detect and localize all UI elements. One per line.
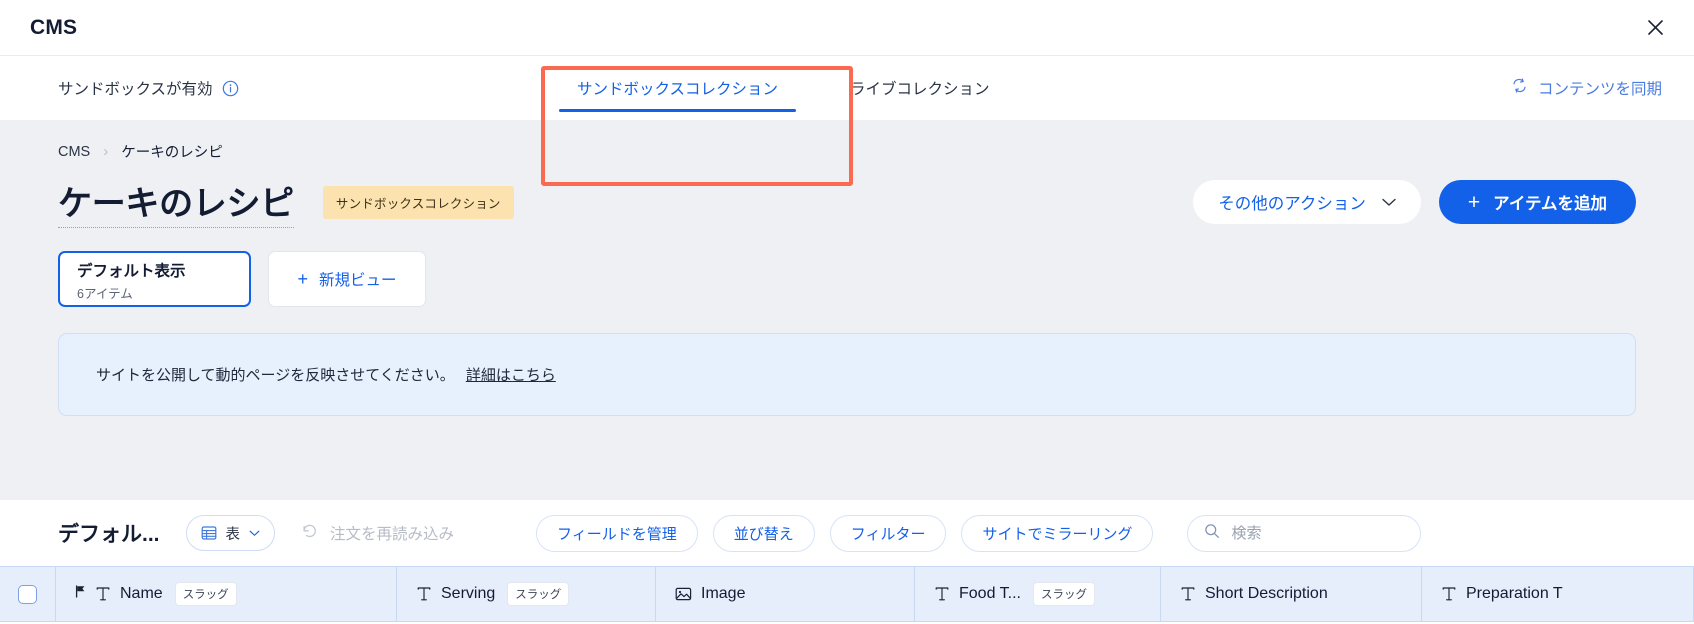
view-tab-default-title: デフォルト表示: [77, 262, 186, 280]
column-header-preparation-time[interactable]: Preparation T: [1422, 567, 1694, 621]
breadcrumb: CMS › ケーキのレシピ: [58, 120, 1636, 162]
publish-notice-text: サイトを公開して動的ページを反映させてください。: [96, 367, 455, 384]
slug-badge: スラッグ: [1032, 582, 1095, 606]
search-box[interactable]: [1187, 514, 1422, 552]
manage-fields-button[interactable]: フィールドを管理: [536, 514, 698, 552]
refresh-icon: [301, 522, 319, 545]
table-toolbar: デフォル... 表 注文を再読み込み フィールドを管理 並び替え フィルター サ…: [0, 500, 1694, 566]
mirror-on-site-button[interactable]: サイトでミラーリング: [961, 514, 1154, 552]
select-all-cell[interactable]: [0, 567, 56, 621]
status-badge: サンドボックスコレクション: [322, 185, 514, 219]
add-item-label: アイテムを追加: [1493, 195, 1607, 213]
column-header-short-description-label: Short Description: [1205, 585, 1328, 602]
page-body: CMS › ケーキのレシピ ケーキのレシピ サンドボックスコレクション その他の…: [0, 120, 1694, 500]
reload-orders-label: 注文を再読み込み: [330, 526, 455, 543]
window-title-bar: CMS: [0, 0, 1694, 55]
reload-orders-button: 注文を再読み込み: [301, 522, 454, 545]
column-header-image-label: Image: [701, 585, 746, 602]
sandbox-status-label: サンドボックスが有効: [58, 81, 213, 98]
column-header-short-description[interactable]: Short Description: [1161, 567, 1422, 621]
tab-live-collection[interactable]: ライブコレクション: [814, 56, 1026, 120]
page-actions: その他のアクション + アイテムを追加: [1193, 180, 1636, 224]
column-header-preparation-time-label: Preparation T: [1466, 585, 1563, 602]
new-view-label: 新規ビュー: [319, 272, 397, 289]
sandbox-status: サンドボックスが有効: [0, 56, 239, 120]
text-type-icon: [416, 586, 432, 602]
column-header-food-type-label: Food T...: [959, 585, 1021, 602]
breadcrumb-root[interactable]: CMS: [58, 144, 90, 160]
info-icon[interactable]: [222, 80, 239, 97]
breadcrumb-current: ケーキのレシピ: [121, 145, 223, 161]
text-type-icon: [1441, 586, 1457, 602]
view-tab-default[interactable]: デフォルト表示 6アイテム: [58, 251, 251, 307]
new-view-button[interactable]: + 新規ビュー: [268, 251, 426, 307]
page-title-row: ケーキのレシピ サンドボックスコレクション その他のアクション + アイテムを追…: [58, 174, 1636, 230]
tab-sandbox-collection[interactable]: サンドボックスコレクション: [541, 56, 814, 120]
plus-icon: +: [1467, 190, 1481, 214]
column-header-image[interactable]: Image: [656, 567, 915, 621]
toolbar-button-group: フィールドを管理 並び替え フィルター サイトでミラーリング: [536, 514, 1154, 552]
text-type-icon: [1180, 586, 1196, 602]
display-mode-label: 表: [225, 526, 241, 543]
close-icon[interactable]: [1640, 13, 1670, 43]
slug-badge: スラッグ: [174, 582, 237, 606]
image-type-icon: [675, 586, 692, 602]
text-type-icon: [95, 586, 111, 602]
chevron-down-icon: [1382, 193, 1396, 212]
tab-live-collection-label: ライブコレクション: [850, 81, 990, 98]
column-header-serving-label: Serving: [441, 585, 496, 602]
app-title: CMS: [30, 15, 78, 39]
publish-notice-link[interactable]: 詳細はこちら: [466, 364, 556, 385]
table-icon: [201, 525, 217, 541]
tab-sandbox-collection-label: サンドボックスコレクション: [577, 81, 779, 98]
column-header-food-type[interactable]: Food T... スラッグ: [915, 567, 1161, 621]
filter-button[interactable]: フィルター: [829, 514, 947, 552]
publish-notice-banner: サイトを公開して動的ページを反映させてください。 詳細はこちら: [58, 333, 1636, 416]
display-mode-selector[interactable]: 表: [185, 515, 276, 551]
page-title: ケーキのレシピ: [58, 176, 294, 228]
flag-icon: [75, 585, 86, 603]
sync-content-label: コンテンツを同期: [1537, 81, 1662, 98]
more-actions-label: その他のアクション: [1218, 195, 1366, 213]
slug-badge: スラッグ: [507, 582, 570, 606]
column-header-name-label: Name: [120, 585, 163, 602]
sync-icon: [1511, 77, 1528, 99]
toolbar-view-name: デフォル...: [58, 523, 160, 546]
table-header-row: Name スラッグ Serving スラッグ Image Food T... ス…: [0, 566, 1694, 622]
search-icon: [1204, 523, 1220, 544]
collection-tabstrip: サンドボックスが有効 サンドボックスコレクション ライブコレクション コンテンツ…: [0, 55, 1694, 186]
tabs-center-group: サンドボックスコレクション ライブコレクション: [541, 56, 1026, 120]
text-type-icon: [934, 586, 950, 602]
chevron-down-icon: [249, 525, 260, 541]
column-header-serving[interactable]: Serving スラッグ: [397, 567, 656, 621]
column-header-name[interactable]: Name スラッグ: [56, 567, 397, 621]
search-input[interactable]: [1231, 524, 1405, 542]
view-tab-default-count: 6アイテム: [77, 286, 133, 301]
breadcrumb-separator-icon: ›: [103, 143, 109, 160]
sort-button[interactable]: 並び替え: [712, 514, 815, 552]
select-all-checkbox[interactable]: [18, 584, 37, 604]
sync-content-button[interactable]: コンテンツを同期: [1511, 56, 1668, 120]
more-actions-button[interactable]: その他のアクション: [1193, 180, 1421, 224]
plus-icon: +: [297, 268, 308, 289]
add-item-button[interactable]: + アイテムを追加: [1438, 180, 1636, 224]
view-tabs: デフォルト表示 6アイテム + 新規ビュー: [58, 251, 1636, 307]
